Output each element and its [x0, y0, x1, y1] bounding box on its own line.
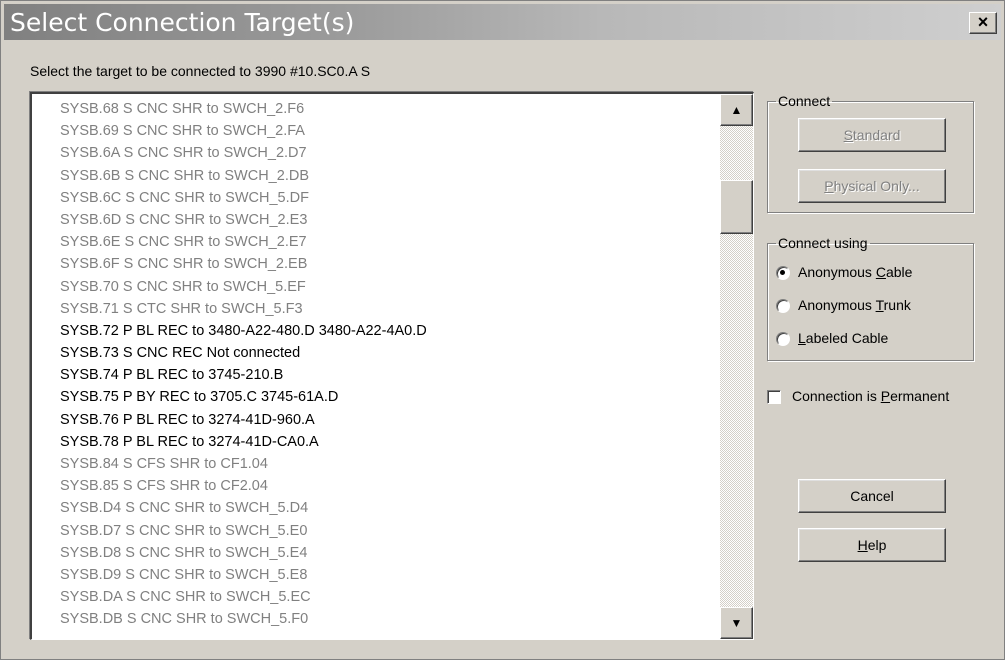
radio-label: Anonymous Trunk [798, 297, 911, 313]
radio-button[interactable] [776, 266, 790, 280]
list-item[interactable]: SYSB.75 P BY REC to 3705.C 3745-61A.D [60, 386, 717, 408]
close-button[interactable]: × [969, 12, 997, 34]
radio-button[interactable] [776, 299, 790, 313]
radio-label: Anonymous Cable [798, 264, 913, 280]
permanent-checkbox[interactable] [767, 390, 781, 404]
list-item[interactable]: SYSB.70 S CNC SHR to SWCH_5.EF [60, 276, 717, 298]
connect-group-legend: Connect [778, 93, 831, 109]
cancel-button[interactable]: Cancel [798, 479, 946, 513]
arrow-up-icon: ▲ [730, 103, 743, 117]
list-item[interactable]: SYSB.6E S CNC SHR to SWCH_2.E7 [60, 231, 717, 253]
list-item[interactable]: SYSB.6D S CNC SHR to SWCH_2.E3 [60, 209, 717, 231]
help-button[interactable]: Help [798, 528, 946, 562]
list-item[interactable]: SYSB.6C S CNC SHR to SWCH_5.DF [60, 187, 717, 209]
scroll-thumb[interactable] [720, 180, 753, 234]
list-item[interactable]: SYSB.71 S CTC SHR to SWCH_5.F3 [60, 298, 717, 320]
title-bar[interactable]: Select Connection Target(s) × [4, 4, 1001, 40]
list-item[interactable]: SYSB.D9 S CNC SHR to SWCH_5.E8 [60, 564, 717, 586]
instruction-label: Select the target to be connected to 399… [30, 63, 371, 79]
list-item[interactable]: SYSB.D7 S CNC SHR to SWCH_5.E0 [60, 520, 717, 542]
list-item[interactable]: SYSB.68 S CNC SHR to SWCH_2.F6 [60, 98, 717, 120]
list-item[interactable]: SYSB.73 S CNC REC Not connected [60, 342, 717, 364]
close-icon: × [977, 12, 989, 32]
standard-button[interactable]: Standard [798, 118, 946, 152]
permanent-checkbox-label[interactable]: Connection is Permanent [792, 388, 949, 404]
select-connection-target-dialog: Select Connection Target(s) × Select the… [0, 0, 1005, 660]
list-item[interactable]: SYSB.78 P BL REC to 3274-41D-CA0.A [60, 431, 717, 453]
list-item[interactable]: SYSB.DB S CNC SHR to SWCH_5.F0 [60, 608, 717, 630]
list-item[interactable]: SYSB.6A S CNC SHR to SWCH_2.D7 [60, 142, 717, 164]
physical-only-button[interactable]: Physical Only... [798, 169, 946, 203]
target-list-items: SYSB.68 S CNC SHR to SWCH_2.F6 SYSB.69 S … [60, 98, 717, 631]
list-item[interactable]: SYSB.85 S CFS SHR to CF2.04 [60, 475, 717, 497]
list-item[interactable]: SYSB.D8 S CNC SHR to SWCH_5.E4 [60, 542, 717, 564]
list-item[interactable]: SYSB.72 P BL REC to 3480-A22-480.D 3480-… [60, 320, 717, 342]
list-item[interactable]: SYSB.6B S CNC SHR to SWCH_2.DB [60, 165, 717, 187]
radio-button[interactable] [776, 332, 790, 346]
scroll-up-button[interactable]: ▲ [720, 94, 753, 126]
list-item[interactable]: SYSB.84 S CFS SHR to CF1.04 [60, 453, 717, 475]
dialog-title: Select Connection Target(s) [10, 8, 355, 37]
radio-label: Labeled Cable [798, 330, 889, 346]
list-item[interactable]: SYSB.D4 S CNC SHR to SWCH_5.D4 [60, 497, 717, 519]
radio-selected-dot [780, 270, 785, 275]
connect-using-legend: Connect using [778, 235, 868, 251]
target-listbox[interactable]: SYSB.68 S CNC SHR to SWCH_2.F6 SYSB.69 S … [30, 92, 754, 640]
list-item[interactable]: SYSB.6F S CNC SHR to SWCH_2.EB [60, 253, 717, 275]
list-item[interactable]: SYSB.69 S CNC SHR to SWCH_2.FA [60, 120, 717, 142]
list-item[interactable]: SYSB.74 P BL REC to 3745-210.B [60, 364, 717, 386]
vertical-scrollbar[interactable]: ▲ ▼ [720, 94, 753, 639]
arrow-down-icon: ▼ [730, 616, 743, 630]
list-item[interactable]: SYSB.76 P BL REC to 3274-41D-960.A [60, 409, 717, 431]
scroll-down-button[interactable]: ▼ [720, 607, 753, 639]
list-item[interactable]: SYSB.DA S CNC SHR to SWCH_5.EC [60, 586, 717, 608]
